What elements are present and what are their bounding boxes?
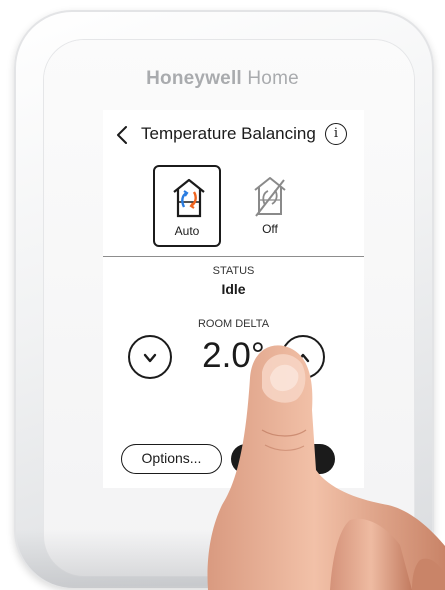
mode-auto-button[interactable]: Auto: [153, 165, 221, 247]
room-delta-label: ROOM DELTA: [197, 318, 270, 330]
options-button[interactable]: Options...: [121, 444, 222, 474]
section-divider: [103, 256, 364, 257]
status-label: STATUS: [212, 265, 255, 277]
brand-logo: Honeywell Home: [0, 68, 445, 90]
brand-bold: Honeywell: [146, 68, 242, 89]
decrease-delta-button[interactable]: [128, 335, 172, 379]
chevron-up-icon: [296, 353, 310, 363]
info-icon[interactable]: i: [325, 123, 347, 145]
touch-screen: Temperature Balancing i Auto Off STATUS …: [103, 110, 364, 488]
mode-auto-label: Auto: [174, 224, 200, 238]
back-chevron-icon[interactable]: [113, 124, 133, 146]
house-balancing-icon: [173, 178, 205, 218]
page-title: Temperature Balancing: [141, 124, 316, 143]
save-button[interactable]: [231, 444, 335, 474]
thermostat-base: [16, 530, 432, 588]
brand-light: Home: [247, 68, 299, 89]
series-label: eries: [300, 513, 335, 530]
increase-delta-button[interactable]: [281, 335, 325, 379]
chevron-down-icon: [143, 353, 157, 363]
mode-off-button[interactable]: Off: [236, 165, 304, 247]
mode-off-label: Off: [262, 222, 278, 236]
screen-header: Temperature Balancing i: [103, 122, 364, 148]
house-balancing-off-icon: [254, 177, 286, 217]
status-value: Idle: [221, 281, 246, 297]
